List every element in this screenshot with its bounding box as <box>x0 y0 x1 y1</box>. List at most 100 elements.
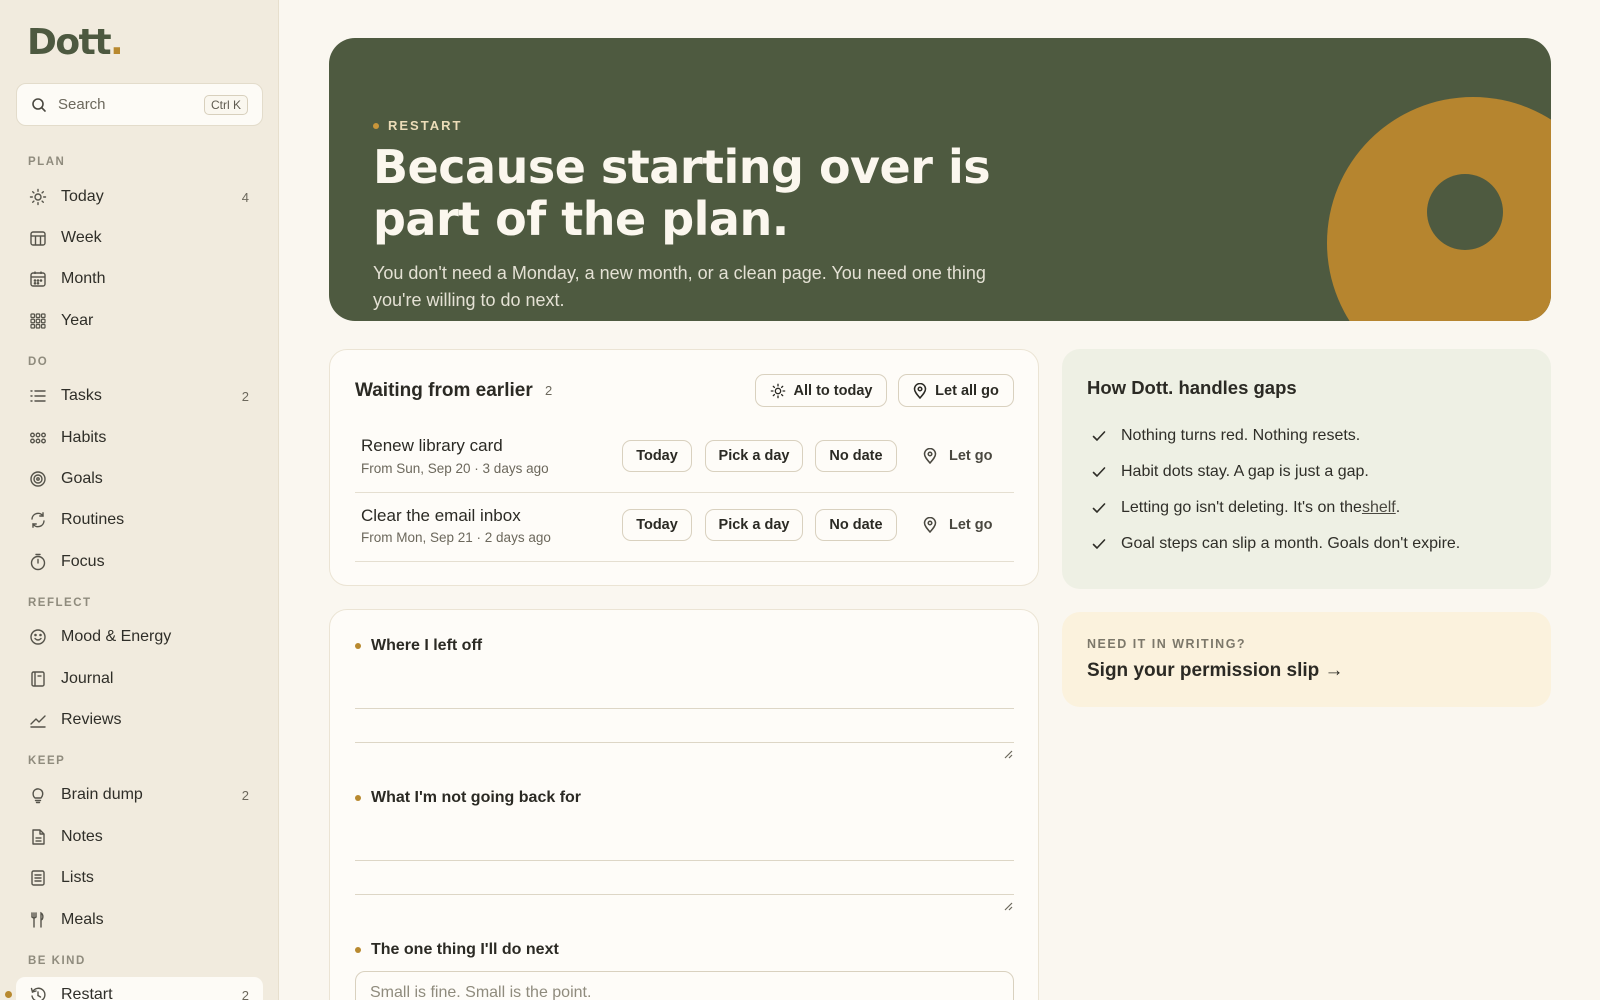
field-label-one-thing: The one thing I'll do next <box>355 941 559 959</box>
no-date-button[interactable]: No date <box>815 509 897 541</box>
check-icon <box>1092 539 1106 549</box>
left-off-textarea[interactable] <box>355 665 1014 760</box>
task-title[interactable]: Renew library card <box>361 436 503 456</box>
sidebar-item-label: Routines <box>61 511 125 528</box>
trend-icon <box>28 710 48 730</box>
target-icon <box>28 469 48 489</box>
task-subtitle: From Sun, Sep 20 · 3 days ago <box>361 461 549 476</box>
sidebar-item-label: Month <box>61 270 106 287</box>
resize-handle-icon <box>1004 902 1013 911</box>
let-all-go-button[interactable]: Let all go <box>898 374 1014 407</box>
sidebar-item-count: 2 <box>241 388 249 404</box>
sidebar-item-label: Notes <box>61 828 103 845</box>
gap-item: Nothing turns red. Nothing resets. <box>1092 427 1360 445</box>
smile-icon <box>28 627 48 647</box>
sidebar: Dott. Search Ctrl K PLAN DO REFLECT KEEP… <box>0 0 279 1000</box>
check-icon <box>1092 503 1106 513</box>
restart-icon <box>28 985 48 1000</box>
grid-year-icon <box>28 311 48 331</box>
section-be-kind: BE KIND <box>28 955 86 967</box>
book-icon <box>28 669 48 689</box>
sidebar-item-year[interactable]: Year <box>16 303 263 339</box>
permission-slip-link[interactable]: Sign your permission slip → <box>1087 660 1344 682</box>
sun-icon <box>770 383 785 398</box>
task-title[interactable]: Clear the email inbox <box>361 506 521 526</box>
sidebar-item-count: 4 <box>241 189 249 205</box>
restart-notes-card: Where I left off What I'm not going back… <box>329 609 1039 1000</box>
sidebar-item-notes[interactable]: Notes <box>16 819 263 855</box>
check-icon <box>1092 431 1106 441</box>
hero-body: You don't need a Monday, a new month, or… <box>373 263 986 310</box>
active-indicator <box>5 991 12 998</box>
task-subtitle: From Mon, Sep 21 · 2 days ago <box>361 530 551 545</box>
sidebar-item-meals[interactable]: Meals <box>16 902 263 938</box>
dots-icon <box>28 428 48 448</box>
sidebar-item-tasks[interactable]: Tasks 2 <box>16 378 263 414</box>
one-thing-input[interactable]: Small is fine. Small is the point. <box>355 971 1014 1000</box>
pick-a-day-button[interactable]: Pick a day <box>705 440 803 472</box>
gaps-title: How Dott. handles gaps <box>1087 377 1297 398</box>
hero-title: Because starting over is part of the pla… <box>373 140 991 246</box>
search-input[interactable]: Search Ctrl K <box>16 83 263 126</box>
sidebar-item-label: Goals <box>61 470 103 487</box>
sidebar-item-restart[interactable]: Restart 2 <box>16 977 263 1000</box>
permission-slip-card[interactable]: NEED IT IN WRITING? Sign your permission… <box>1062 612 1551 707</box>
calendar-month-icon <box>28 269 48 289</box>
sidebar-item-label: Year <box>61 312 94 329</box>
fork-knife-icon <box>28 910 48 930</box>
bulb-icon <box>28 785 48 805</box>
gap-item: Goal steps can slip a month. Goals don't… <box>1092 535 1460 553</box>
row-divider <box>355 492 1014 493</box>
row-divider <box>355 561 1014 562</box>
app-logo[interactable]: Dott. <box>27 22 124 63</box>
sidebar-item-focus[interactable]: Focus <box>16 544 263 580</box>
sidebar-item-journal[interactable]: Journal <box>16 661 263 697</box>
sidebar-item-label: Reviews <box>61 711 122 728</box>
sidebar-item-today[interactable]: Today 4 <box>16 179 263 215</box>
section-plan: PLAN <box>28 156 66 168</box>
gap-item: Habit dots stay. A gap is just a gap. <box>1092 463 1369 481</box>
today-button[interactable]: Today <box>622 440 692 472</box>
field-label-not-going-back: What I'm not going back for <box>355 789 581 807</box>
sidebar-item-goals[interactable]: Goals <box>16 461 263 497</box>
sidebar-item-label: Focus <box>61 553 105 570</box>
today-button[interactable]: Today <box>622 509 692 541</box>
let-go-button[interactable]: Let go <box>923 509 993 541</box>
sidebar-item-month[interactable]: Month <box>16 261 263 297</box>
field-label-left-off: Where I left off <box>355 637 482 655</box>
refresh-icon <box>28 510 48 530</box>
sun-icon <box>28 187 48 207</box>
sidebar-item-label: Week <box>61 229 102 246</box>
pick-a-day-button[interactable]: Pick a day <box>705 509 803 541</box>
section-keep: KEEP <box>28 755 66 767</box>
sidebar-item-habits[interactable]: Habits <box>16 420 263 456</box>
all-to-today-button[interactable]: All to today <box>755 374 887 407</box>
let-go-button[interactable]: Let go <box>923 440 993 472</box>
sidebar-item-brain-dump[interactable]: Brain dump 2 <box>16 777 263 813</box>
sidebar-item-reviews[interactable]: Reviews <box>16 702 263 738</box>
pin-icon <box>923 448 937 464</box>
sidebar-item-label: Restart <box>61 986 113 1000</box>
section-reflect: REFLECT <box>28 597 92 609</box>
hero-eyebrow: RESTART <box>373 118 462 133</box>
sidebar-item-week[interactable]: Week <box>16 220 263 256</box>
search-icon <box>32 97 46 112</box>
search-shortcut: Ctrl K <box>204 94 248 115</box>
search-placeholder: Search <box>58 96 106 113</box>
shelf-link[interactable]: shelf <box>1362 499 1396 517</box>
gaps-panel: How Dott. handles gaps Nothing turns red… <box>1062 349 1551 589</box>
waiting-title: Waiting from earlier <box>355 380 533 401</box>
calendar-week-icon <box>28 228 48 248</box>
sidebar-item-label: Meals <box>61 911 104 928</box>
resize-handle-icon <box>1004 750 1013 759</box>
no-date-button[interactable]: No date <box>815 440 897 472</box>
gap-item: Letting go isn't deleting. It's on the s… <box>1092 499 1400 517</box>
sidebar-item-label: Lists <box>61 869 94 886</box>
sidebar-item-routines[interactable]: Routines <box>16 502 263 538</box>
sidebar-item-mood-energy[interactable]: Mood & Energy <box>16 619 263 655</box>
timer-icon <box>28 552 48 572</box>
section-do: DO <box>28 356 49 368</box>
sidebar-item-lists[interactable]: Lists <box>16 860 263 896</box>
not-going-back-textarea[interactable] <box>355 817 1014 912</box>
sidebar-item-label: Mood & Energy <box>61 628 172 645</box>
